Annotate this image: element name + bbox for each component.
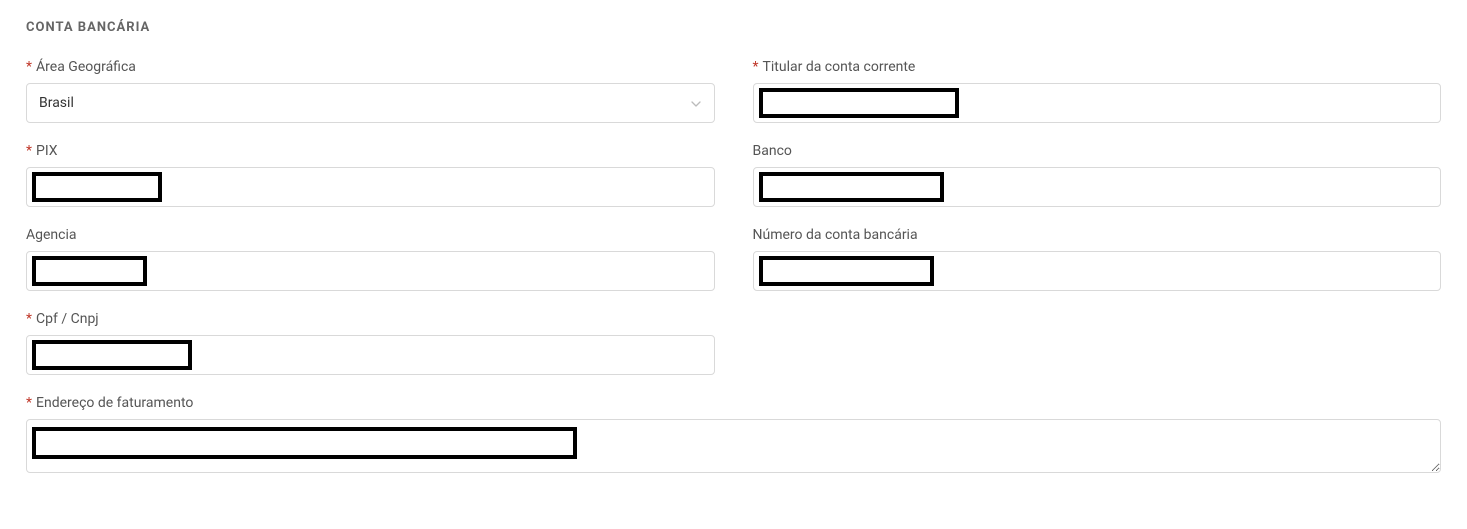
field-agencia: Agencia <box>26 227 715 291</box>
label-numero-conta: Número da conta bancária <box>753 227 1442 243</box>
required-asterisk: * <box>26 59 32 75</box>
textarea-endereco-faturamento[interactable] <box>26 419 1441 473</box>
input-pix[interactable] <box>26 167 715 207</box>
section-title: CONTA BANCÁRIA <box>26 20 1441 35</box>
input-titular[interactable] <box>753 83 1442 123</box>
label-endereco-faturamento: *Endereço de faturamento <box>26 395 1441 411</box>
label-banco: Banco <box>753 143 1442 159</box>
required-asterisk: * <box>26 143 32 159</box>
required-asterisk: * <box>753 59 759 75</box>
field-endereco-faturamento: *Endereço de faturamento <box>26 395 1441 477</box>
label-area-geografica: *Área Geográfica <box>26 59 715 75</box>
label-text: Cpf / Cnpj <box>36 311 99 327</box>
field-banco: Banco <box>753 143 1442 207</box>
input-cpf-cnpj[interactable] <box>26 335 715 375</box>
input-agencia[interactable] <box>26 251 715 291</box>
field-pix: *PIX <box>26 143 715 207</box>
input-banco[interactable] <box>753 167 1442 207</box>
bank-account-form: *Área Geográfica Brasil *Titular da cont… <box>26 59 1441 477</box>
label-cpf-cnpj: *Cpf / Cnpj <box>26 311 715 327</box>
label-text: Titular da conta corrente <box>763 59 916 75</box>
label-titular: *Titular da conta corrente <box>753 59 1442 75</box>
field-titular: *Titular da conta corrente <box>753 59 1442 123</box>
label-pix: *PIX <box>26 143 715 159</box>
label-text: Área Geográfica <box>36 59 136 75</box>
label-text: Agencia <box>26 227 77 243</box>
required-asterisk: * <box>26 311 32 327</box>
select-wrapper-area-geografica: Brasil <box>26 83 715 123</box>
input-numero-conta[interactable] <box>753 251 1442 291</box>
select-area-geografica[interactable]: Brasil <box>26 83 715 123</box>
field-area-geografica: *Área Geográfica Brasil <box>26 59 715 123</box>
label-text: Endereço de faturamento <box>36 395 193 411</box>
label-text: Banco <box>753 143 792 159</box>
field-cpf-cnpj: *Cpf / Cnpj <box>26 311 715 375</box>
label-text: Número da conta bancária <box>753 227 918 243</box>
field-numero-conta: Número da conta bancária <box>753 227 1442 291</box>
required-asterisk: * <box>26 395 32 411</box>
label-agencia: Agencia <box>26 227 715 243</box>
label-text: PIX <box>36 143 58 159</box>
